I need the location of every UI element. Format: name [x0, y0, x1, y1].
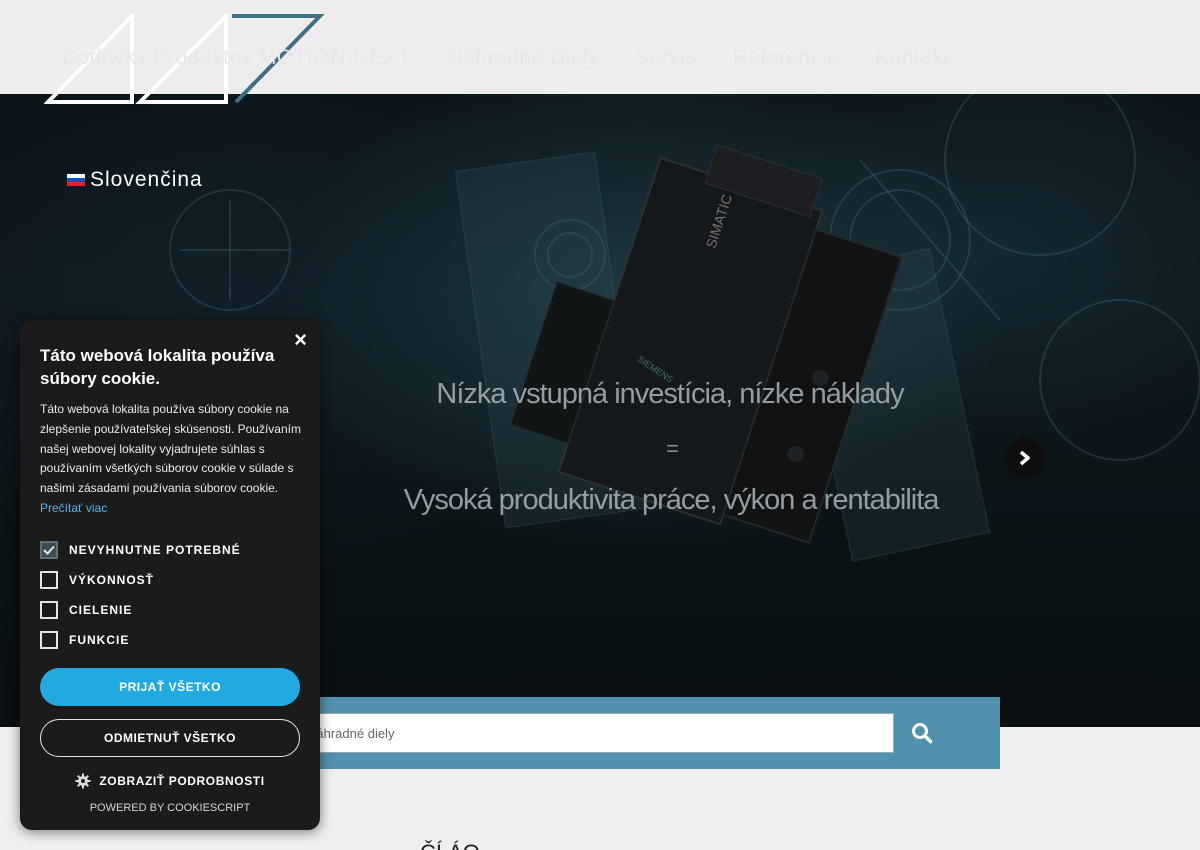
slovak-flag-icon	[67, 174, 85, 186]
cookie-option-functionality[interactable]: FUNKCIE	[40, 631, 129, 649]
option-label: FUNKCIE	[69, 633, 130, 647]
accept-all-button[interactable]: PRIJAŤ VŠETKO	[40, 668, 300, 706]
main-nav: Dodávky Produktov MOTION-NEXT Náhradné D…	[62, 46, 986, 70]
nav-item-references[interactable]: Referencie	[733, 46, 840, 70]
checkbox[interactable]	[40, 601, 58, 619]
cookie-option-targeting[interactable]: CIELENIE	[40, 601, 132, 619]
nav-item-service[interactable]: Servis	[635, 46, 696, 70]
checkmark-icon	[43, 545, 55, 555]
checkbox[interactable]	[40, 631, 58, 649]
show-details-button[interactable]: ZOBRAZIŤ PODROBNOSTI	[20, 773, 320, 789]
chevron-right-icon	[1019, 450, 1030, 466]
gear-icon	[75, 773, 91, 789]
nav-item-products[interactable]: Dodávky Produktov MOTION-NEXT	[62, 46, 411, 70]
search-button[interactable]	[900, 713, 944, 753]
powered-by-label[interactable]: POWERED BY COOKIESCRIPT	[20, 802, 320, 814]
language-label: Slovenčina	[90, 168, 203, 191]
option-label: NEVYHNUTNE POTREBNÉ	[69, 543, 241, 557]
nav-item-contact[interactable]: Kontakt	[875, 46, 950, 70]
cookie-description: Táto webová lokalita používa súbory cook…	[40, 400, 302, 519]
checkbox[interactable]	[40, 571, 58, 589]
details-label: ZOBRAZIŤ PODROBNOSTI	[99, 774, 265, 788]
cookie-title: Táto webová lokalita používa súbory cook…	[40, 346, 275, 388]
cookie-consent-dialog: × Táto webová lokalita používa súbory co…	[20, 320, 320, 830]
option-label: CIELENIE	[69, 603, 133, 617]
option-label: VÝKONNOSŤ	[69, 573, 155, 587]
cookie-option-necessary[interactable]: NEVYHNUTNE POTREBNÉ	[40, 541, 241, 559]
slider-next-button[interactable]	[1005, 438, 1045, 478]
search-bar	[200, 697, 1000, 769]
slide-equals: =	[666, 436, 679, 461]
language-switcher[interactable]: Slovenčina	[67, 168, 203, 192]
slide-headline: Nízka vstupná investícia, nízke náklady	[436, 378, 904, 410]
search-icon	[912, 723, 933, 744]
search-input[interactable]	[284, 713, 894, 753]
nav-item-spare-parts[interactable]: Náhradné Diely	[447, 46, 599, 70]
cookie-option-performance[interactable]: VÝKONNOSŤ	[40, 571, 154, 589]
read-more-link[interactable]: Prečítať viac	[40, 501, 107, 515]
cookie-text-body: Táto webová lokalita používa súbory cook…	[40, 402, 301, 496]
reject-all-button[interactable]: ODMIETNUŤ VŠETKO	[40, 719, 300, 757]
checkbox-checked[interactable]	[40, 541, 58, 559]
section-heading: ČÍ ÁO	[420, 840, 480, 850]
close-icon[interactable]: ×	[294, 328, 307, 352]
slide-subheadline: Vysoká produktivita práce, výkon a renta…	[403, 484, 940, 516]
